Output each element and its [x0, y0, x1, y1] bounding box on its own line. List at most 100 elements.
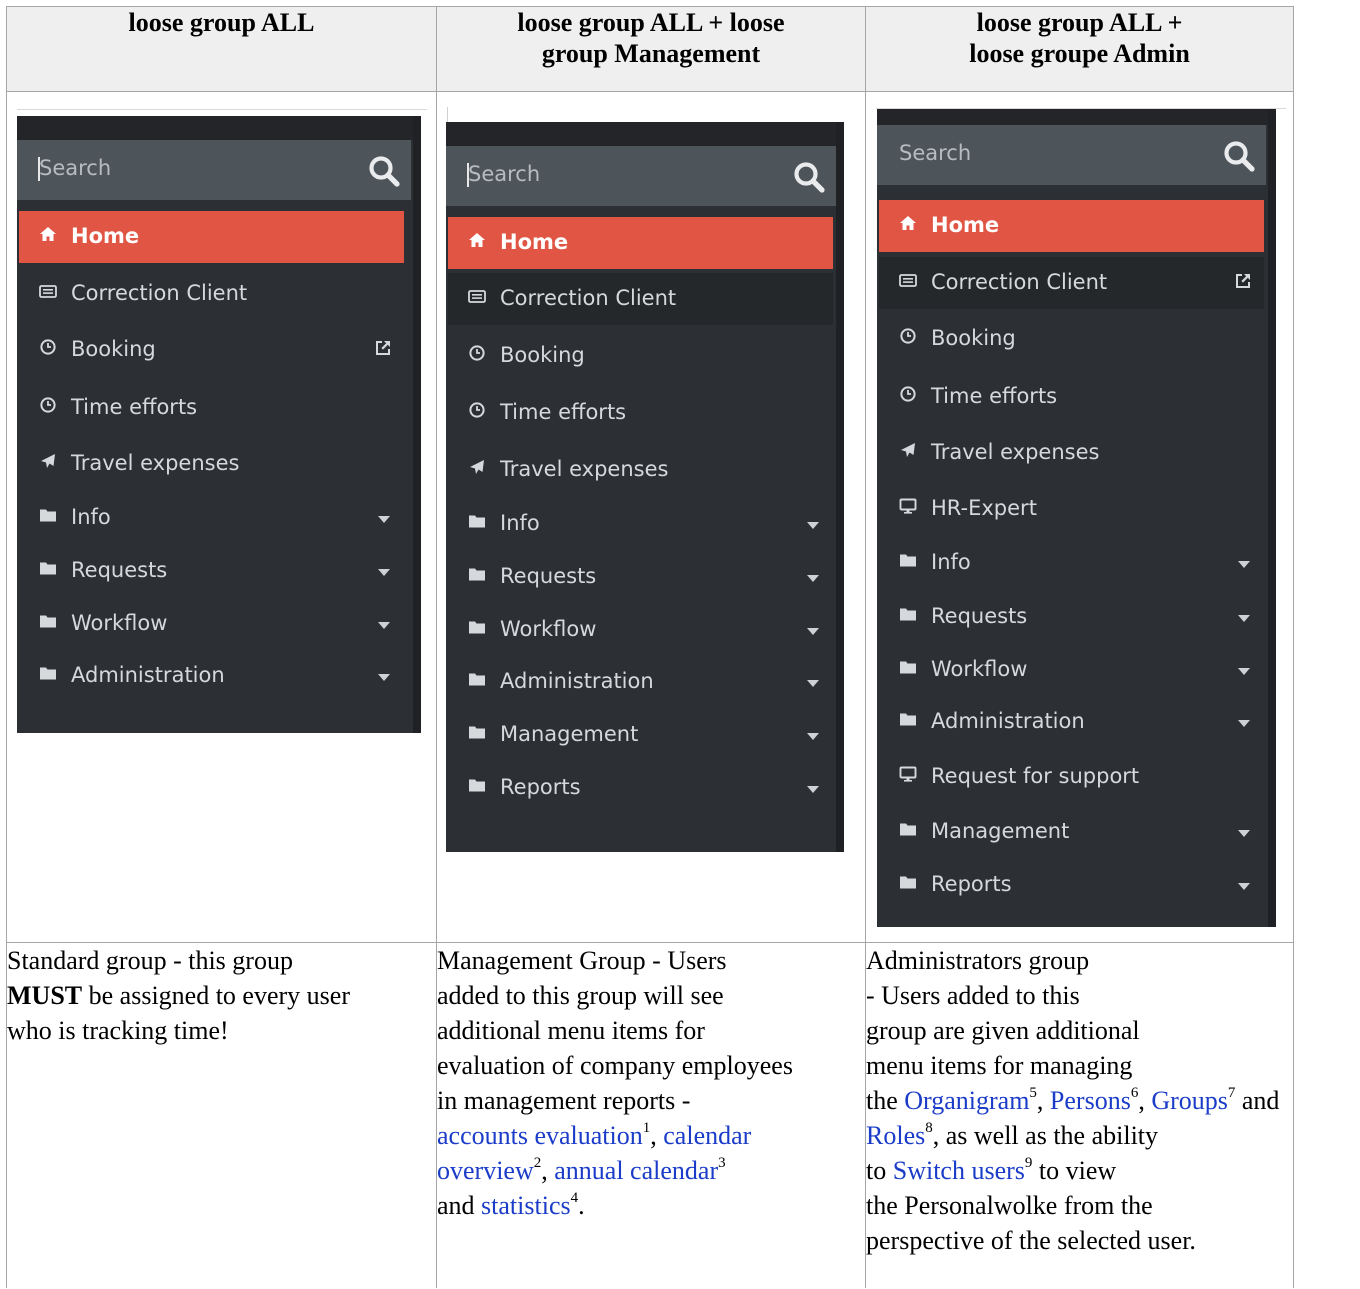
link-calendar-overview-cont[interactable]: overview	[437, 1156, 534, 1185]
menu-item-info[interactable]: Info	[448, 498, 833, 550]
menu-item-administration[interactable]: Administration	[448, 656, 833, 708]
monitor-icon	[899, 765, 917, 783]
link-annual-calendar[interactable]: annual calendar	[554, 1156, 718, 1185]
link-organigram[interactable]: Organigram	[904, 1086, 1029, 1115]
search-bar[interactable]: Search	[877, 125, 1266, 185]
external-link-icon[interactable]	[374, 339, 392, 357]
folder-icon	[39, 506, 57, 524]
menu-item-travel-expenses[interactable]: Travel expenses	[448, 444, 833, 496]
menu-item-management[interactable]: Management	[879, 806, 1264, 858]
folder-icon	[468, 776, 486, 794]
folder-icon	[899, 710, 917, 728]
external-link-icon[interactable]	[1234, 272, 1252, 290]
folder-icon	[468, 670, 486, 688]
sidebar-menu: Search Home Correction Client Booking Ti…	[17, 116, 421, 733]
sidebar-menu: Search Home Correction Client Booking Ti…	[877, 109, 1276, 927]
caret-down-icon	[807, 680, 819, 687]
menu-item-administration[interactable]: Administration	[19, 650, 404, 702]
menu-item-management[interactable]: Management	[448, 709, 833, 761]
menu-screenshot-admin: Search Home Correction Client Booking Ti…	[865, 91, 1294, 943]
clock-icon	[468, 344, 486, 362]
menu-item-correction-client[interactable]: Correction Client	[19, 268, 404, 320]
menu-screenshot-all: Search Home Correction Client Booking Ti…	[6, 91, 437, 943]
search-icon[interactable]	[1222, 139, 1256, 173]
link-groups[interactable]: Groups	[1151, 1086, 1228, 1115]
caret-down-icon	[1238, 883, 1250, 890]
folder-icon	[39, 612, 57, 630]
folder-icon	[899, 551, 917, 569]
search-icon[interactable]	[792, 160, 826, 194]
link-accounts-evaluation[interactable]: accounts evaluation	[437, 1121, 643, 1150]
plane-icon	[39, 452, 57, 470]
search-bar[interactable]: Search	[446, 146, 836, 206]
description-admin-group: Administrators group - Users added to th…	[865, 942, 1294, 1288]
caret-down-icon	[378, 674, 390, 681]
clock-icon	[899, 327, 917, 345]
caret-down-icon	[378, 516, 390, 523]
caret-down-icon	[378, 569, 390, 576]
folder-icon	[39, 559, 57, 577]
search-icon[interactable]	[367, 154, 401, 188]
home-icon	[39, 225, 57, 243]
menu-item-requests[interactable]: Requests	[879, 591, 1264, 643]
menu-item-administration[interactable]: Administration	[879, 696, 1264, 748]
menu-item-travel-expenses[interactable]: Travel expenses	[19, 438, 404, 490]
menu-item-correction-client[interactable]: Correction Client	[879, 257, 1264, 309]
menu-item-info[interactable]: Info	[879, 537, 1264, 589]
caret-down-icon	[807, 786, 819, 793]
search-bar[interactable]: Search	[17, 140, 411, 200]
description-standard-group: Standard group - this group MUST be assi…	[6, 942, 437, 1288]
menu-item-home[interactable]: Home	[879, 200, 1264, 252]
menu-item-workflow[interactable]: Workflow	[879, 644, 1264, 696]
link-calendar-overview[interactable]: calendar	[663, 1121, 751, 1150]
menu-item-booking[interactable]: Booking	[879, 313, 1264, 365]
menu-item-workflow[interactable]: Workflow	[448, 604, 833, 656]
clock-icon	[468, 401, 486, 419]
menu-item-booking[interactable]: Booking	[448, 330, 833, 382]
caret-down-icon	[1238, 830, 1250, 837]
caret-down-icon	[807, 733, 819, 740]
sidebar-menu: Search Home Correction Client Booking Ti…	[446, 122, 844, 852]
groups-table: loose group ALL loose group ALL + loose g…	[6, 6, 1294, 1288]
menu-item-request-for-support[interactable]: Request for support	[879, 751, 1264, 803]
search-input[interactable]: Search	[39, 156, 111, 180]
folder-icon	[899, 658, 917, 676]
menu-item-reports[interactable]: Reports	[879, 859, 1264, 911]
menu-item-home[interactable]: Home	[19, 211, 404, 263]
menu-item-travel-expenses[interactable]: Travel expenses	[879, 427, 1264, 479]
menu-item-workflow[interactable]: Workflow	[19, 598, 404, 650]
clock-icon	[39, 338, 57, 356]
menu-item-booking[interactable]: Booking	[19, 324, 404, 376]
keyboard-icon	[39, 282, 57, 300]
header-loose-group-admin: loose group ALL + loose groupe Admin	[865, 6, 1294, 92]
menu-item-correction-client[interactable]: Correction Client	[448, 273, 833, 325]
menu-item-info[interactable]: Info	[19, 492, 404, 544]
menu-item-requests[interactable]: Requests	[448, 551, 833, 603]
menu-item-time-efforts[interactable]: Time efforts	[879, 371, 1264, 423]
clock-icon	[39, 396, 57, 414]
link-persons[interactable]: Persons	[1050, 1086, 1131, 1115]
monitor-icon	[899, 497, 917, 515]
search-input[interactable]: Search	[899, 141, 971, 165]
menu-item-hr-expert[interactable]: HR-Expert	[879, 483, 1264, 535]
menu-item-home[interactable]: Home	[448, 217, 833, 269]
description-management-group: Management Group - Users added to this g…	[436, 942, 866, 1288]
plane-icon	[468, 458, 486, 476]
caret-down-icon	[807, 575, 819, 582]
folder-icon	[468, 512, 486, 530]
search-input[interactable]: Search	[468, 162, 540, 186]
menu-item-time-efforts[interactable]: Time efforts	[448, 387, 833, 439]
home-icon	[468, 231, 486, 249]
menu-item-requests[interactable]: Requests	[19, 545, 404, 597]
menu-item-reports[interactable]: Reports	[448, 762, 833, 814]
menu-item-time-efforts[interactable]: Time efforts	[19, 382, 404, 434]
link-statistics[interactable]: statistics	[481, 1191, 571, 1220]
plane-icon	[899, 441, 917, 459]
folder-icon	[899, 605, 917, 623]
link-switch-users[interactable]: Switch users	[893, 1156, 1025, 1185]
folder-icon	[899, 873, 917, 891]
keyboard-icon	[899, 271, 917, 289]
caret-down-icon	[1238, 668, 1250, 675]
link-roles[interactable]: Roles	[866, 1121, 925, 1150]
folder-icon	[899, 820, 917, 838]
